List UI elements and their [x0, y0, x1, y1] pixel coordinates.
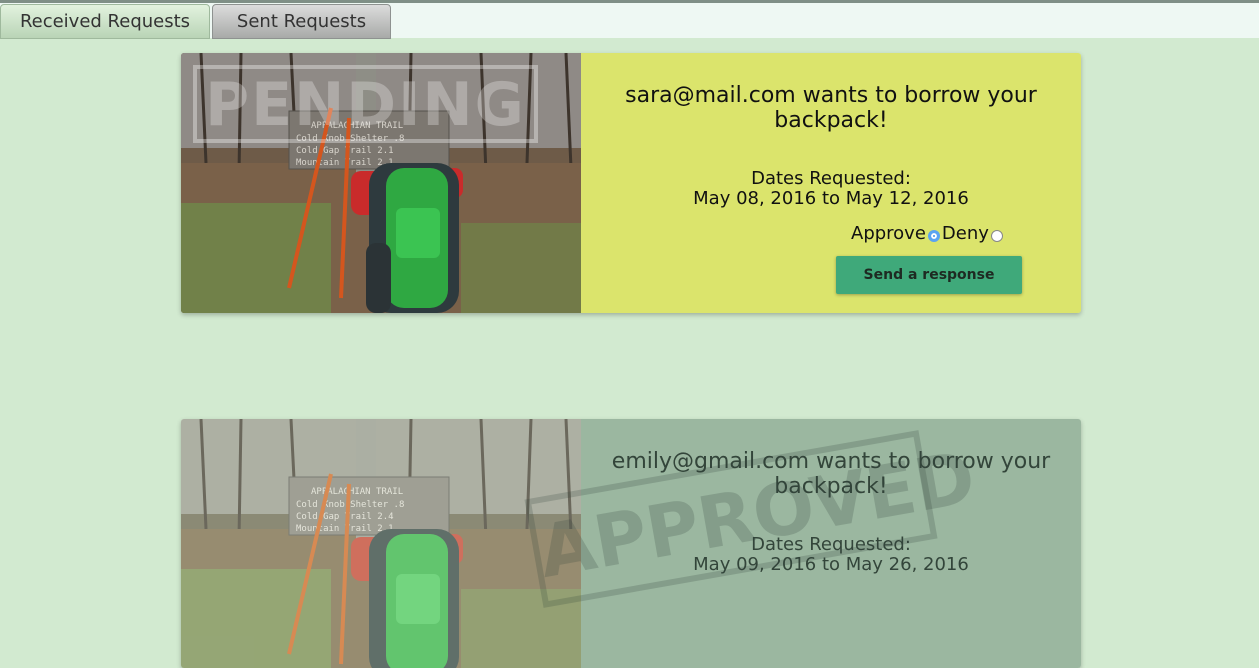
dates-value: May 08, 2016 to May 12, 2016: [693, 188, 969, 209]
request-details: emily@gmail.com wants to borrow your bac…: [581, 419, 1081, 668]
dates-label: Dates Requested:: [751, 534, 911, 555]
svg-text:Mountain Trail 2.1: Mountain Trail 2.1: [296, 524, 394, 534]
request-card: APPALACHIAN TRAIL Cold Knob Shelter .8 C…: [181, 419, 1081, 668]
send-response-button[interactable]: Send a response: [836, 256, 1022, 294]
backpack-trail-photo: APPALACHIAN TRAIL Cold Knob Shelter .8 C…: [181, 53, 581, 313]
deny-radio[interactable]: [990, 230, 1003, 242]
dates-value: May 09, 2016 to May 26, 2016: [693, 554, 969, 575]
approve-radio[interactable]: [927, 230, 940, 242]
tab-bar: Received Requests Sent Requests: [0, 0, 1259, 39]
tab-sent-requests[interactable]: Sent Requests: [212, 4, 391, 39]
dates-label: Dates Requested:: [751, 168, 911, 189]
request-title: sara@mail.com wants to borrow your backp…: [625, 83, 1037, 133]
svg-text:Cold Gap Trail 2.1: Cold Gap Trail 2.1: [296, 146, 394, 156]
backpack-trail-photo: APPALACHIAN TRAIL Cold Knob Shelter .8 C…: [181, 419, 581, 668]
approve-label: Approve: [851, 223, 926, 244]
request-title: emily@gmail.com wants to borrow your bac…: [611, 449, 1051, 499]
request-details: sara@mail.com wants to borrow your backp…: [581, 53, 1081, 313]
svg-text:Mountain Trail 2.1: Mountain Trail 2.1: [296, 158, 394, 168]
response-choice: Approve Deny: [851, 223, 1005, 245]
request-card: APPALACHIAN TRAIL Cold Knob Shelter .8 C…: [181, 53, 1081, 313]
svg-text:Cold Gap Trail 2.4: Cold Gap Trail 2.4: [296, 512, 394, 522]
deny-label: Deny: [941, 223, 989, 244]
tab-received-requests[interactable]: Received Requests: [0, 4, 210, 39]
